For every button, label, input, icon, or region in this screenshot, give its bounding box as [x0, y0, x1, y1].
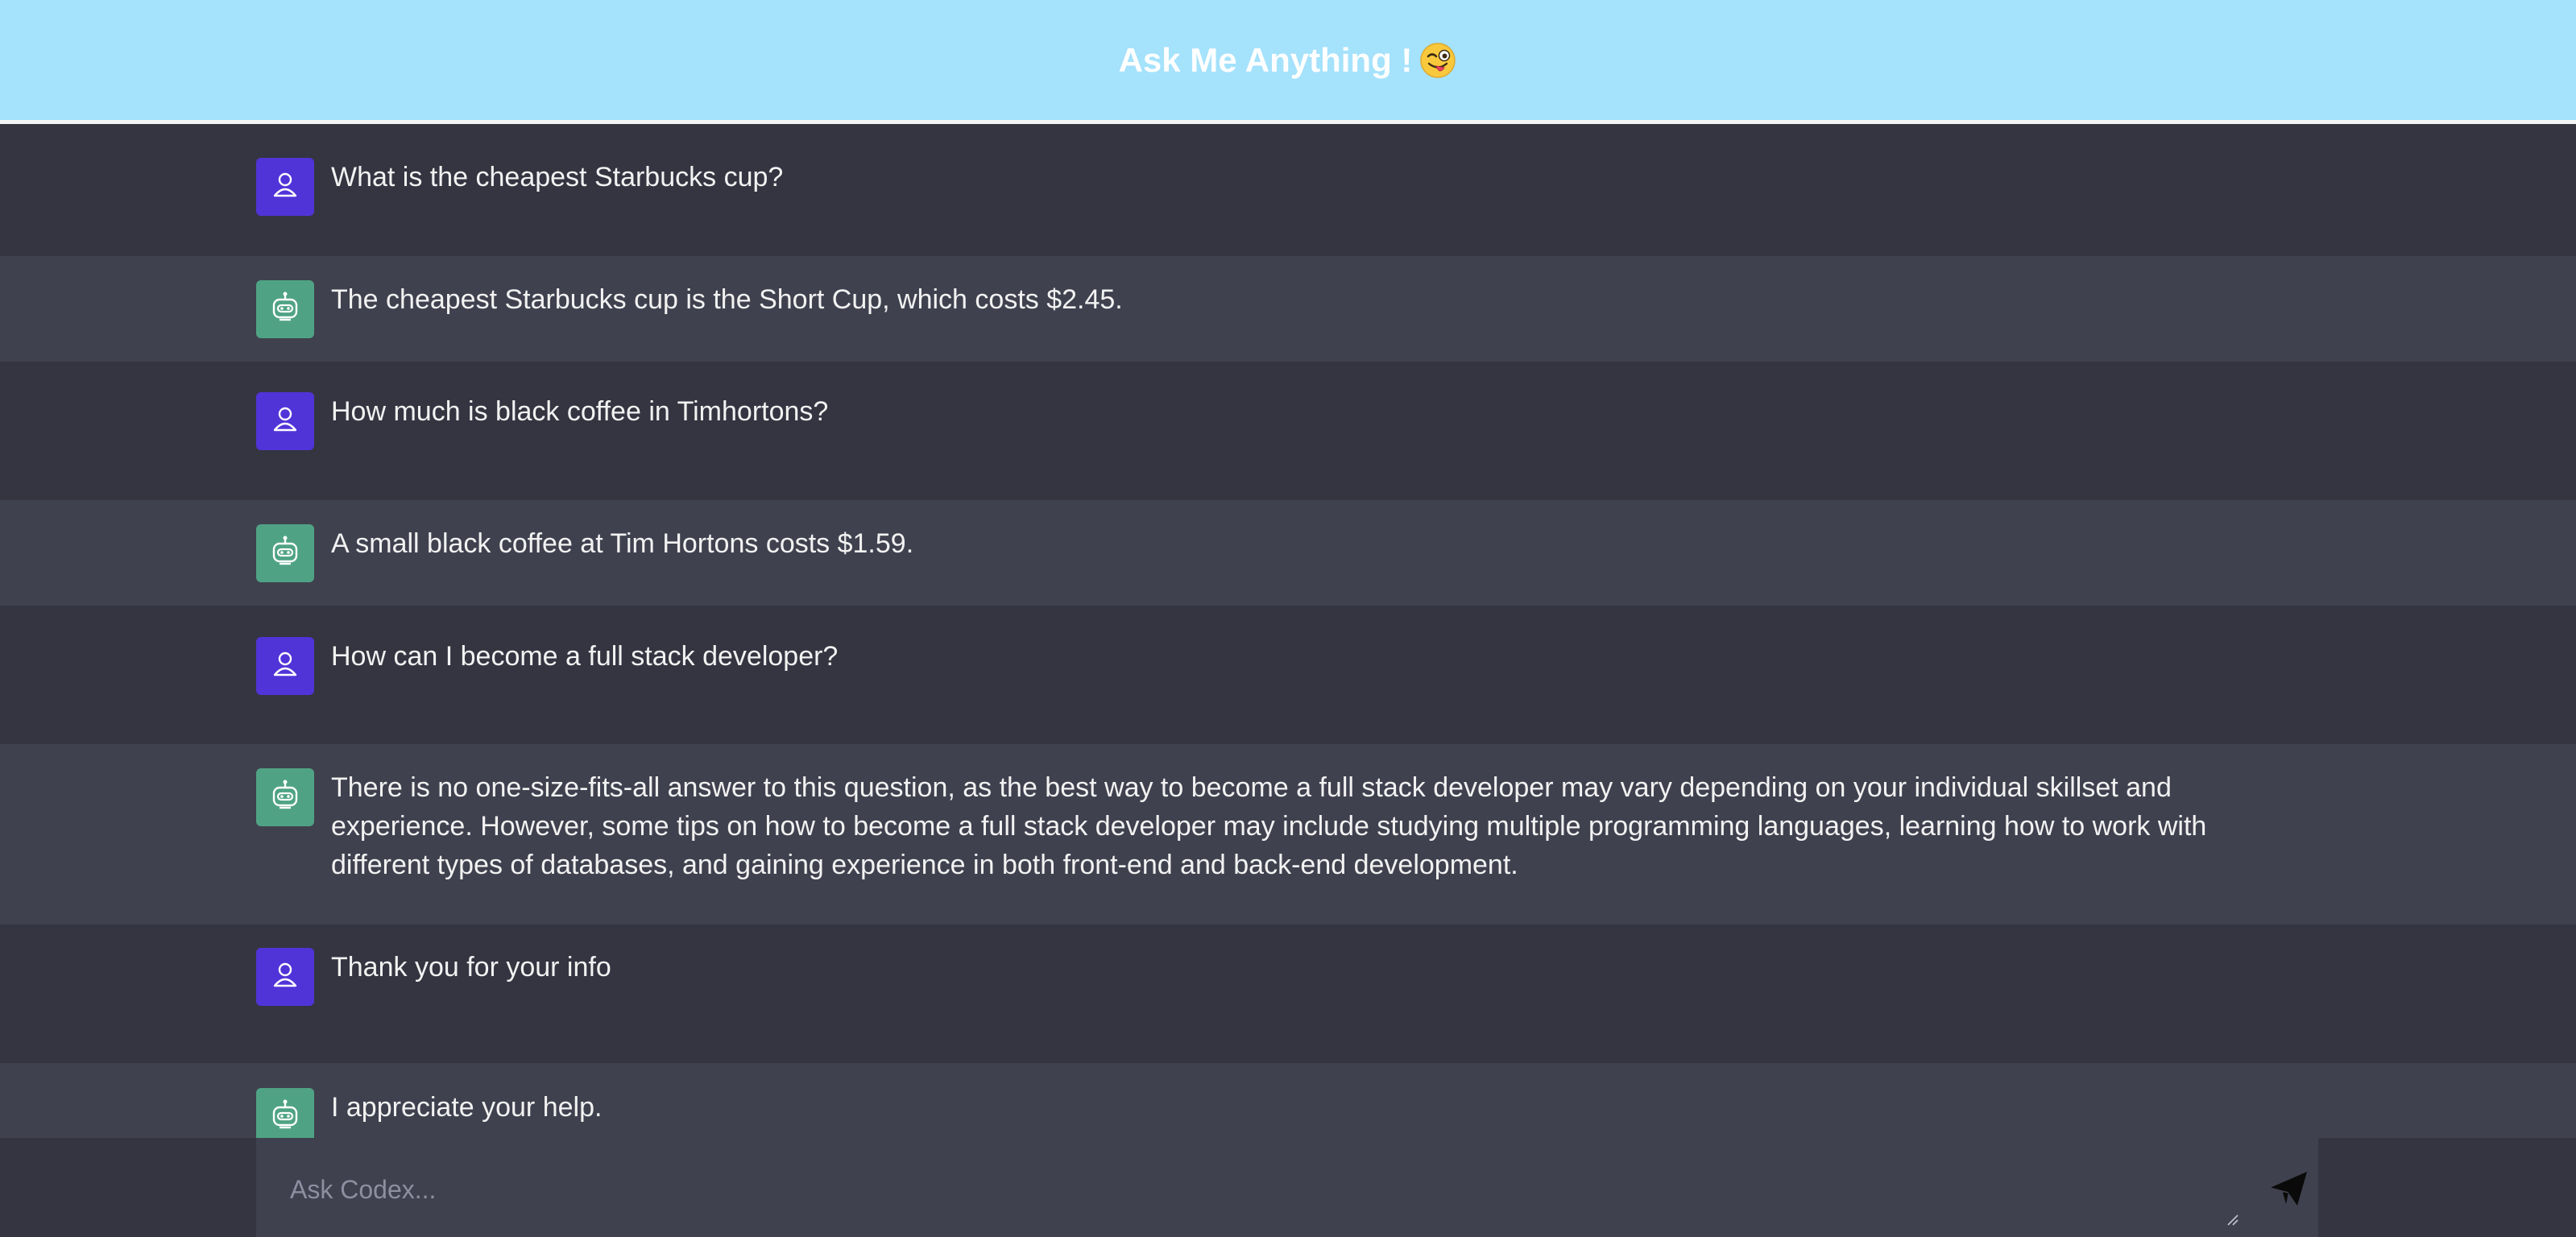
message-text: There is no one-size-fits-all answer to … — [331, 772, 2207, 880]
user-avatar — [256, 948, 314, 1006]
page-title: Ask Me Anything ! — [1119, 41, 1458, 80]
message-text: The cheapest Starbucks cup is the Short … — [331, 284, 1123, 315]
chat-message-ai: I appreciate your help. — [0, 1063, 2576, 1138]
user-avatar — [256, 392, 314, 450]
chat-message-user: How much is black coffee in Timhortons? — [0, 362, 2576, 500]
app-header: Ask Me Anything ! — [0, 0, 2576, 124]
user-icon — [269, 169, 301, 205]
send-button[interactable] — [2260, 1165, 2317, 1214]
user-icon — [269, 959, 301, 995]
chat-message-user: Thank you for your info — [0, 925, 2576, 1063]
winking-tongue-face-icon — [1418, 41, 1457, 80]
chat-message-ai: The cheapest Starbucks cup is the Short … — [0, 256, 2576, 362]
message-text: I appreciate your help. — [331, 1092, 603, 1123]
paper-plane-icon — [2267, 1169, 2310, 1211]
user-avatar — [256, 637, 314, 695]
message-text: A small black coffee at Tim Hortons cost… — [331, 528, 914, 559]
robot-icon — [267, 534, 303, 573]
message-text: How much is black coffee in Timhortons? — [331, 396, 829, 427]
ai-avatar — [256, 280, 314, 338]
chat-thread[interactable]: What is the cheapest Starbucks cup? The … — [0, 128, 2576, 1138]
ai-avatar — [256, 524, 314, 582]
resize-handle-icon[interactable] — [2225, 1212, 2239, 1227]
page-title-text: Ask Me Anything ! — [1118, 40, 1413, 79]
ai-avatar — [256, 1088, 314, 1138]
message-text: How can I become a full stack developer? — [331, 641, 839, 672]
chat-message-user: How can I become a full stack developer? — [0, 606, 2576, 744]
robot-icon — [267, 1098, 303, 1137]
user-icon — [269, 403, 301, 440]
chat-message-user: What is the cheapest Starbucks cup? — [0, 128, 2576, 256]
robot-icon — [267, 290, 303, 329]
ai-avatar — [256, 768, 314, 826]
chat-composer — [256, 1138, 2318, 1237]
chat-message-ai: A small black coffee at Tim Hortons cost… — [0, 500, 2576, 606]
user-avatar — [256, 158, 314, 216]
chat-message-ai: There is no one-size-fits-all answer to … — [0, 744, 2576, 925]
ask-input[interactable] — [288, 1170, 2209, 1222]
message-text: What is the cheapest Starbucks cup? — [331, 162, 784, 192]
robot-icon — [267, 778, 303, 817]
message-text: Thank you for your info — [331, 952, 611, 983]
user-icon — [269, 648, 301, 685]
